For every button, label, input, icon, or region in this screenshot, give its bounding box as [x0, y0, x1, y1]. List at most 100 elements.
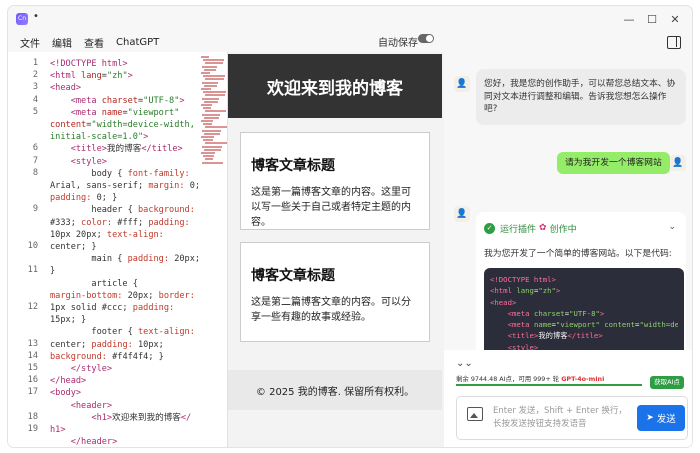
plugin-action-label: 创作中	[549, 224, 577, 235]
minimap-line	[204, 84, 217, 87]
app-logo-icon: Cn	[16, 13, 28, 25]
code-line[interactable]: </style>	[50, 363, 200, 375]
code-token: <style>	[70, 156, 107, 167]
code-token: background:	[137, 205, 195, 216]
line-number: 4	[32, 94, 38, 105]
code-line[interactable]: Arial, sans-serif; margin: 0;	[50, 180, 200, 192]
minimap-line	[204, 132, 220, 135]
code-line[interactable]: #333; color: #fff; padding:	[50, 217, 200, 229]
image-upload-icon[interactable]	[467, 407, 483, 421]
menu-file[interactable]: 文件	[20, 35, 40, 50]
chevron-down-icon[interactable]: ⌄	[668, 222, 676, 232]
code-line[interactable]: 15px; }	[50, 314, 200, 326]
code-line[interactable]: <html lang="zh">	[50, 70, 200, 82]
minimap-line	[202, 65, 217, 68]
code-line[interactable]: <h1>欢迎来到我的博客</	[50, 412, 200, 424]
code-line[interactable]: </head>	[50, 375, 200, 387]
model-name[interactable]: GPT-4o-mini	[561, 375, 604, 383]
line-number-gutter: 1 2 3 4 5 6 7 8 9 10 11 12 13 14 15 16 17 18 19	[8, 52, 46, 447]
brain-icon: ✿	[539, 223, 547, 233]
code-line[interactable]: center; }	[50, 241, 200, 253]
sidebar-toggle-icon[interactable]	[667, 36, 681, 49]
code-line[interactable]: padding: 0; }	[50, 192, 200, 204]
assistant-message: 您好，我是您的创作助手，可以帮您总结文本、协同对文本进行调整和编辑。告诉我您想怎…	[476, 69, 686, 125]
code-line[interactable]: 1px solid #ccc; padding:	[50, 302, 200, 314]
code-token: 我的博客	[538, 331, 568, 341]
code-line[interactable]: header { background:	[50, 204, 200, 216]
menu-chatgpt[interactable]: ChatGPT	[116, 37, 159, 48]
code-line[interactable]: background: #f4f4f4; }	[50, 351, 200, 363]
code-token: center; }	[50, 242, 97, 252]
line-number: 5	[32, 106, 38, 117]
code-line[interactable]: body { font-family:	[50, 168, 200, 180]
assistant-avatar: 👤	[454, 206, 470, 222]
check-circle-icon: ✓	[484, 222, 495, 234]
code-token: #fff;	[112, 217, 149, 228]
code-line[interactable]: <style>	[50, 156, 200, 168]
code-line[interactable]: <title>我的博客</title>	[50, 143, 200, 155]
send-button[interactable]: ➤ 发送	[637, 405, 685, 431]
close-icon[interactable]: ✕	[666, 10, 684, 28]
autosave-toggle[interactable]	[418, 34, 434, 43]
code-line[interactable]: footer { text-align:	[50, 326, 200, 338]
double-chevron-down-icon[interactable]: ⌄⌄	[456, 358, 473, 369]
code-line[interactable]: </header>	[50, 436, 200, 447]
code-line[interactable]: h1>	[50, 424, 200, 436]
get-ai-points-button[interactable]: 获取AI点	[650, 376, 684, 389]
code-line[interactable]: <header>	[50, 400, 200, 412]
code-token: <head>	[50, 83, 82, 94]
code-line[interactable]: article {	[50, 278, 200, 290]
line-number: 16	[27, 375, 38, 386]
minimap-line	[201, 88, 211, 90]
code-line[interactable]: <meta charset="UTF-8">	[50, 95, 200, 107]
preview-pane: 欢迎来到我的博客 博客文章标题 这是第一篇博客文章的内容。这里可以写一些关于自己…	[228, 52, 444, 447]
chat-input-box[interactable]: Enter 发送，Shift + Enter 换行，长按发送按钮支持发语音 ➤ …	[456, 396, 688, 440]
maximize-icon[interactable]: ☐	[643, 10, 661, 28]
code-line[interactable]: }	[50, 265, 200, 277]
line-number: 6	[32, 143, 38, 154]
minimap-line	[201, 72, 210, 74]
code-line[interactable]: margin-bottom: 20px; border:	[50, 290, 200, 302]
code-token: margin-bottom:	[50, 290, 123, 301]
code-token: 1px solid #ccc;	[50, 303, 133, 313]
code-line[interactable]: center; padding: 10px;	[50, 339, 200, 351]
code-line[interactable]: 10px 20px; text-align:	[50, 229, 200, 241]
code-line[interactable]: <!DOCTYPE html>	[50, 58, 200, 70]
plugin-status-label: 运行插件	[500, 224, 537, 235]
code-line[interactable]: <head>	[50, 82, 200, 94]
code-line[interactable]: <meta name="viewport"	[50, 107, 200, 119]
minimize-icon[interactable]: —	[620, 10, 638, 28]
code-block[interactable]: <!DOCTYPE html> <html lang="zh"> <head> <m…	[484, 268, 684, 362]
chat-input-placeholder[interactable]: Enter 发送，Shift + Enter 换行，长按发送按钮支持发语音	[493, 405, 633, 430]
line-number: 17	[27, 387, 38, 398]
code-editor[interactable]: 1 2 3 4 5 6 7 8 9 10 11 12 13 14 15 16 17 18 19 <!DOCTYPE …	[8, 52, 228, 447]
minimap-line	[204, 68, 216, 71]
minimap-line	[202, 97, 219, 100]
code-token: "zh"	[538, 286, 556, 296]
minimap-line	[203, 123, 212, 126]
code-block-line: <!DOCTYPE html>	[490, 274, 678, 285]
code-line[interactable]: content="width=device-width,	[50, 119, 200, 131]
preview-article: 博客文章标题 这是第二篇博客文章的内容。可以分享一些有趣的故事或经验。	[240, 242, 430, 342]
minimap-line	[201, 152, 215, 154]
minimap-line	[203, 139, 213, 142]
minimap-line	[202, 145, 222, 148]
title-bar: Cn • — ☐ ✕	[8, 6, 692, 32]
minimap-line	[204, 148, 221, 151]
code-line[interactable]: main { padding: 20px;	[50, 253, 200, 265]
assistant-reply-card: ✓ 运行插件 ✿ 创作中 ⌄ 我为您开发了一个简单的博客网站。以下是代码: <!…	[476, 212, 686, 362]
code-line[interactable]: <body>	[50, 387, 200, 399]
menu-edit[interactable]: 编辑	[52, 35, 72, 50]
code-token: center;	[50, 339, 92, 350]
code-token: color:	[81, 217, 113, 228]
code-token: "viewport"	[555, 320, 600, 330]
code-token: 20px;	[169, 254, 200, 265]
minimap[interactable]	[201, 56, 227, 166]
menu-view[interactable]: 查看	[84, 35, 104, 50]
plugin-status-row[interactable]: ✓ 运行插件 ✿ 创作中 ⌄	[484, 220, 678, 236]
code-line[interactable]: initial-scale=1.0">	[50, 131, 200, 143]
